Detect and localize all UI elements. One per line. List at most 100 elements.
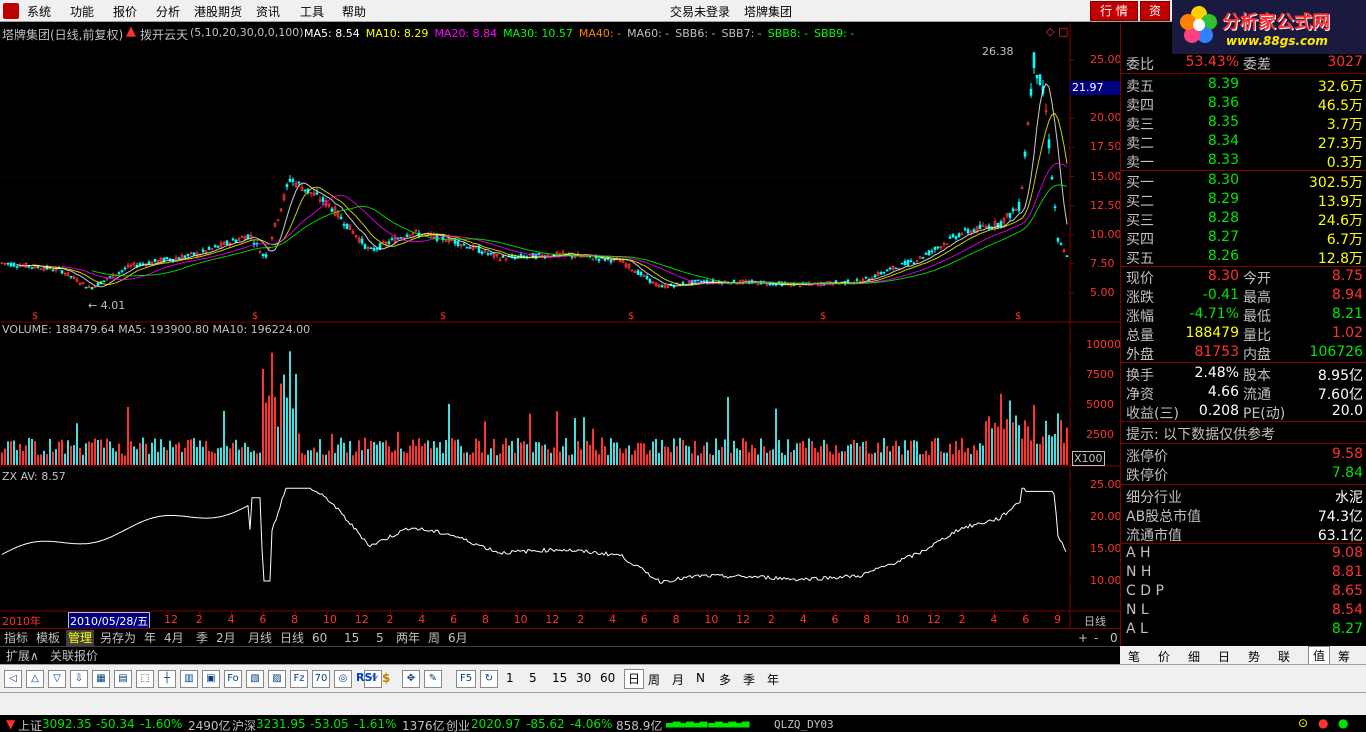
extend-tab[interactable]: 扩展∧ [4, 648, 41, 664]
tab-4[interactable]: 年 [142, 630, 158, 646]
buy-row[interactable]: 买五 8.26 12.8万 [1121, 247, 1366, 267]
zoom-control[interactable]: 0 [1108, 630, 1120, 646]
tab-12[interactable]: 5 [374, 630, 386, 646]
tab-14[interactable]: 周 [426, 630, 442, 646]
extend-tab[interactable]: 关联报价 [48, 648, 100, 664]
menu-news[interactable]: 资讯 [256, 3, 280, 20]
sell-row[interactable]: 卖一 8.33 0.3万 [1121, 151, 1366, 171]
menu-system[interactable]: 系统 [27, 3, 51, 20]
tab-10[interactable]: 60 [310, 630, 329, 646]
quote-button[interactable]: 行 情 [1090, 1, 1138, 21]
kline-icon[interactable]: ▥ [180, 670, 198, 688]
tab-0[interactable]: 指标 [2, 630, 30, 646]
period-button[interactable]: 月 [672, 671, 684, 688]
chart-icon[interactable]: ⬚ [136, 670, 154, 688]
zoom-control[interactable]: - [1092, 630, 1100, 646]
indicator-row[interactable]: N H 8.81 [1121, 563, 1366, 582]
stat-row[interactable]: 现价 8.30 今开 8.75 [1121, 267, 1366, 287]
fz-icon[interactable]: Fz [290, 670, 308, 688]
candle-icon[interactable]: ┼ [158, 670, 176, 688]
pencil-icon[interactable]: ✎ [424, 670, 442, 688]
period-button[interactable]: 15 [552, 671, 567, 685]
indicator-row[interactable]: N L 8.54 [1121, 601, 1366, 620]
period-button[interactable]: 30 [576, 671, 591, 685]
sell-row[interactable]: 卖五 8.39 32.6万 [1121, 75, 1366, 95]
refresh-icon[interactable]: ↻ [480, 670, 498, 688]
f10-icon[interactable]: ▣ [202, 670, 220, 688]
rsi-button[interactable]: RSI [356, 671, 377, 684]
move-icon[interactable]: ✥ [402, 670, 420, 688]
seventy-icon[interactable]: 70 [312, 670, 330, 688]
limit-row[interactable]: 跌停价 7.84 [1121, 464, 1366, 484]
hint-row[interactable]: 提示: 以下数据仅供参考 [1121, 423, 1366, 443]
period-button[interactable]: 1 [506, 671, 514, 685]
tab-8[interactable]: 月线 [246, 630, 274, 646]
right-tab[interactable]: 势 [1248, 648, 1260, 665]
menu-quote[interactable]: 报价 [113, 3, 137, 20]
industry-row[interactable]: 细分行业 水泥 [1121, 486, 1366, 506]
stat-row[interactable]: 外盘 81753 内盘 106726 [1121, 343, 1366, 363]
alert-icon[interactable]: ● [1318, 716, 1328, 730]
lock-icon[interactable]: ⊙ [1298, 716, 1308, 730]
connection-icon[interactable]: ● [1338, 716, 1348, 730]
sell-row[interactable]: 卖三 8.35 3.7万 [1121, 113, 1366, 133]
tab-3[interactable]: 另存为 [98, 630, 138, 646]
tab-15[interactable]: 6月 [446, 630, 470, 646]
app-icon[interactable] [3, 3, 19, 19]
period-button[interactable]: 季 [743, 671, 755, 688]
sell-row[interactable]: 卖四 8.36 46.5万 [1121, 94, 1366, 114]
zoom-control[interactable]: + [1076, 630, 1090, 646]
menu-hk-futures[interactable]: 港股期货 [194, 3, 242, 20]
table-icon[interactable]: ▤ [114, 670, 132, 688]
tab-7[interactable]: 2月 [214, 630, 238, 646]
right-tab[interactable]: 细 [1188, 648, 1200, 665]
tab-1[interactable]: 模板 [34, 630, 62, 646]
right-tab[interactable]: 值 [1308, 646, 1331, 665]
period-label[interactable]: 日线 [1084, 613, 1106, 629]
period-button[interactable]: 日 [624, 669, 645, 689]
right-tab[interactable]: 价 [1158, 648, 1170, 665]
right-tab[interactable]: 筹 [1338, 648, 1350, 665]
right-tab[interactable]: 联 [1278, 648, 1290, 665]
period-button[interactable]: N [696, 671, 705, 685]
menu-function[interactable]: 功能 [70, 3, 94, 20]
tab-2[interactable]: 管理 [66, 630, 95, 646]
fund-row[interactable]: 净资 4.66 流通 7.60亿 [1121, 383, 1366, 403]
fo-icon[interactable]: Fo [224, 670, 242, 688]
stat-row[interactable]: 涨幅 -4.71% 最低 8.21 [1121, 305, 1366, 325]
grid-icon[interactable]: ▦ [92, 670, 110, 688]
stat-row[interactable]: 总量 188479 量比 1.02 [1121, 324, 1366, 344]
weibi-row[interactable]: 委比 53.43% 委差 3027 [1121, 53, 1366, 73]
f5-button[interactable]: F5 [456, 670, 476, 688]
fund-row[interactable]: 收益(三) 0.208 PE(动) 20.0 [1121, 402, 1366, 422]
limit-row[interactable]: 涨停价 9.58 [1121, 445, 1366, 465]
cy-label[interactable]: 创业 [446, 717, 470, 732]
left-arrow-icon[interactable]: ◁ [4, 670, 22, 688]
right-tab[interactable]: 日 [1218, 648, 1230, 665]
tab-13[interactable]: 两年 [394, 630, 422, 646]
diamond-icon[interactable]: ◇ [1046, 25, 1054, 38]
buy-row[interactable]: 买二 8.29 13.9万 [1121, 190, 1366, 210]
indicator-row[interactable]: A H 9.08 [1121, 544, 1366, 563]
buy-row[interactable]: 买一 8.30 302.5万 [1121, 171, 1366, 191]
tab-6[interactable]: 季 [194, 630, 210, 646]
doc-icon[interactable]: ▨ [268, 670, 286, 688]
period-button[interactable]: 周 [648, 671, 660, 688]
fund-row[interactable]: 换手 2.48% 股本 8.95亿 [1121, 364, 1366, 384]
sell-row[interactable]: 卖二 8.34 27.3万 [1121, 132, 1366, 152]
report-icon[interactable]: ▧ [246, 670, 264, 688]
download-icon[interactable]: ⇩ [70, 670, 88, 688]
dollar-icon[interactable]: $ [382, 671, 390, 685]
tab-11[interactable]: 15 [342, 630, 361, 646]
sh-label[interactable]: 上证 [18, 717, 42, 732]
info-button[interactable]: 资 [1140, 1, 1170, 21]
indicator-name[interactable]: 拨开云天 [140, 26, 188, 43]
menu-tools[interactable]: 工具 [300, 3, 324, 20]
period-button[interactable]: 年 [767, 671, 779, 688]
industry-row[interactable]: AB股总市值 74.3亿 [1121, 505, 1366, 525]
tab-9[interactable]: 日线 [278, 630, 306, 646]
period-button[interactable]: 60 [600, 671, 615, 685]
down-arrow-icon[interactable]: ▽ [48, 670, 66, 688]
sz-label[interactable]: 沪深 [232, 717, 256, 732]
chart-area[interactable]: $ $ $ $ $ $ 塔牌集团(日线,前复权) ▲ 拨开云天 (5,10,20,30,0… [0, 23, 1122, 630]
